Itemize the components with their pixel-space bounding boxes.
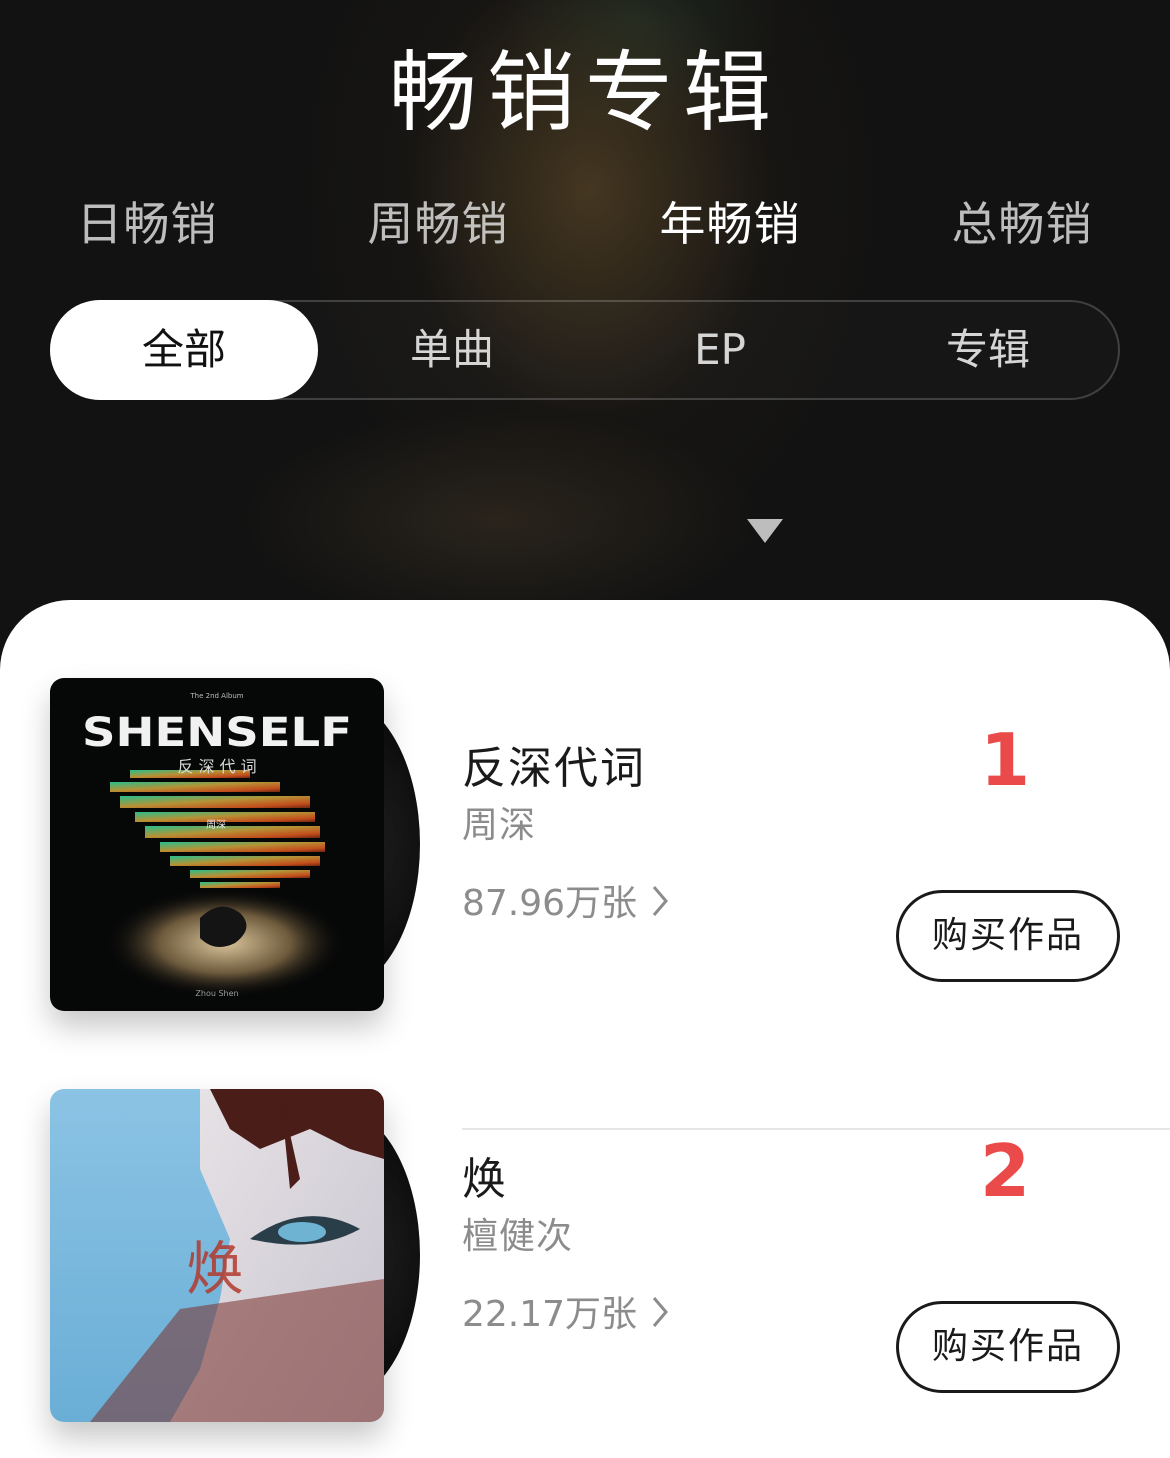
list-item[interactable]: 焕 焕 檀健次 22.17万张 2 购买作品 xyxy=(0,1089,1170,1458)
album-cover[interactable]: 焕 xyxy=(50,1089,384,1422)
sales-count: 22.17万张 xyxy=(462,1294,638,1335)
artist-name[interactable]: 檀健次 xyxy=(462,1207,573,1259)
chevron-right-icon xyxy=(651,1295,669,1338)
album-title[interactable]: 反深代词 xyxy=(462,732,646,796)
rank-number: 2 xyxy=(979,1129,1031,1213)
album-cover[interactable]: The 2nd Album SHENSELF 反 深 代 词 周深 Zhou S… xyxy=(50,678,384,1011)
artist-name[interactable]: 周深 xyxy=(462,796,536,848)
sales-link[interactable]: 87.96万张 xyxy=(462,874,669,926)
buy-button[interactable]: 购买作品 xyxy=(896,1301,1120,1393)
tab-weekly[interactable]: 周畅销 xyxy=(293,188,583,254)
list-item[interactable]: The 2nd Album SHENSELF 反 深 代 词 周深 Zhou S… xyxy=(0,678,1170,1130)
header: 畅销专辑 日畅销 周畅销 年畅销 总畅销 全部 单曲 EP 专辑 xyxy=(0,0,1170,660)
chevron-right-icon xyxy=(651,884,669,927)
sales-link[interactable]: 22.17万张 xyxy=(462,1285,669,1337)
triangle-down-icon[interactable] xyxy=(747,519,783,543)
filter-album[interactable]: 专辑 xyxy=(854,300,1122,400)
buy-button[interactable]: 购买作品 xyxy=(896,890,1120,982)
tab-daily[interactable]: 日畅销 xyxy=(2,188,292,254)
album-title[interactable]: 焕 xyxy=(462,1143,508,1207)
cover-footer: Zhou Shen xyxy=(195,989,238,998)
cover-vertical-name: 周深 xyxy=(206,819,226,831)
cover-glyph: 焕 xyxy=(186,1235,244,1303)
filter-ep[interactable]: EP xyxy=(586,300,854,400)
tab-yearly[interactable]: 年畅销 xyxy=(585,188,875,254)
page-title: 畅销专辑 xyxy=(388,41,781,144)
cover-logo-text: SHENSELF xyxy=(82,710,352,756)
filter-single[interactable]: 单曲 xyxy=(318,300,586,400)
period-tabs: 日畅销 周畅销 年畅销 总畅销 xyxy=(0,188,1170,252)
sales-count: 87.96万张 xyxy=(462,883,638,924)
filter-all[interactable]: 全部 xyxy=(50,300,318,400)
cover-small-caption: The 2nd Album xyxy=(189,692,243,700)
album-list: The 2nd Album SHENSELF 反 深 代 词 周深 Zhou S… xyxy=(0,600,1170,1458)
rank-number: 1 xyxy=(979,718,1031,802)
cover-sub-text: 反 深 代 词 xyxy=(177,757,256,776)
tab-all-time[interactable]: 总畅销 xyxy=(877,188,1167,254)
type-filter: 全部 单曲 EP 专辑 xyxy=(50,300,1120,400)
